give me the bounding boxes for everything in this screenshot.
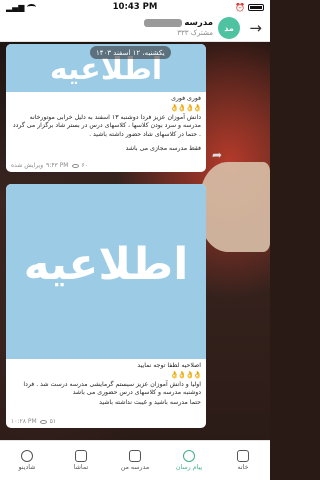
nav-item-watch[interactable]: تماشا <box>55 450 107 471</box>
message-time: ۹:۴۳ PM <box>46 162 69 169</box>
message-image[interactable]: اطلاعیه <box>6 184 206 359</box>
message-card[interactable]: اطلاعیه اصلاحیه لطفا توجه نمایید 👌👌👌👌 او… <box>6 184 206 428</box>
redacted-block <box>144 18 183 27</box>
message-meta: ویرایش شده ۹:۴۳ PM ۶۰ <box>11 162 88 169</box>
message-footer: حتما مدرسه باشید و غیبت نداشته باشید <box>99 398 201 406</box>
message-text: اصلاحیه لطفا توجه نمایید 👌👌👌👌 اولیا و دا… <box>6 359 206 407</box>
nav-label: تماشا <box>73 464 89 471</box>
play-icon <box>75 450 87 462</box>
message-meta: ۱۰:۲۸ PM ۵۱ <box>11 418 56 425</box>
emoji-row: 👌👌👌👌 <box>170 371 202 380</box>
nav-item-my-school[interactable]: مدرسه من <box>109 450 161 471</box>
chat-icon <box>183 450 195 462</box>
nav-label: پیام رسان <box>175 464 203 471</box>
message-footer: فقط مدرسه مجازی می باشد <box>125 145 201 153</box>
nav-label: شادینو <box>18 464 36 471</box>
avatar[interactable]: مد <box>218 17 240 39</box>
home-icon <box>237 450 249 462</box>
nav-item-messenger[interactable]: پیام رسان <box>163 450 215 471</box>
eye-icon <box>71 163 79 168</box>
message-title: اصلاحیه لطفا توجه نمایید <box>137 362 201 369</box>
nav-item-home[interactable]: خانه <box>217 450 269 471</box>
arrow-right-icon[interactable]: → <box>249 19 262 37</box>
alarm-icon: ⏰ <box>235 2 245 12</box>
chat-header: → مد مدرسه ۳۳۳ مشترک <box>0 14 270 42</box>
background-figure <box>200 162 270 252</box>
view-count: ۵۱ <box>49 418 57 425</box>
status-time: 10:43 PM <box>112 2 158 12</box>
subscriber-count: ۳۳۳ مشترک <box>177 29 213 37</box>
nav-item-shadino[interactable]: شادینو <box>1 450 53 471</box>
channel-name[interactable]: مدرسه <box>144 18 213 28</box>
message-text: فوری فوری 👌👌👌👌 دانش آموزان عزیز فردا دوش… <box>6 92 206 153</box>
forward-icon[interactable]: ➦ <box>212 148 222 162</box>
date-pill: یکشنبه، ۱۲ اسفند ۱۴۰۳ <box>90 46 171 59</box>
message-body: اولیا و دانش آموزان عزیز سیستم گرمایشی م… <box>23 380 201 397</box>
message-card[interactable]: اطلاعیه فوری فوری 👌👌👌👌 دانش آموزان عزیز … <box>6 44 206 172</box>
message-title: فوری فوری <box>171 95 201 102</box>
status-right: ⏰ <box>235 3 264 12</box>
battery-icon <box>248 3 264 11</box>
emoji-row: 👌👌👌👌 <box>170 104 202 113</box>
wifi-icon <box>27 4 37 10</box>
eye-icon <box>39 419 47 424</box>
bottom-navigation: خانه پیام رسان مدرسه من تماشا شادینو <box>0 440 270 480</box>
nav-label: خانه <box>237 464 249 471</box>
nav-label: مدرسه من <box>120 464 150 471</box>
edited-label: ویرایش شده <box>11 162 44 169</box>
message-time: ۱۰:۲۸ PM <box>11 418 37 425</box>
status-left: ▂▄▆ <box>6 2 37 12</box>
school-icon <box>129 450 141 462</box>
signal-icon: ▂▄▆ <box>6 2 25 12</box>
status-bar: ▂▄▆ 10:43 PM ⏰ <box>0 0 270 14</box>
message-body: دانش آموزان عزیز فردا دوشنبه ۱۳ اسفند به… <box>12 113 201 138</box>
shadino-icon <box>21 450 33 462</box>
image-word: اطلاعیه <box>23 239 189 290</box>
view-count: ۶۰ <box>81 162 88 169</box>
